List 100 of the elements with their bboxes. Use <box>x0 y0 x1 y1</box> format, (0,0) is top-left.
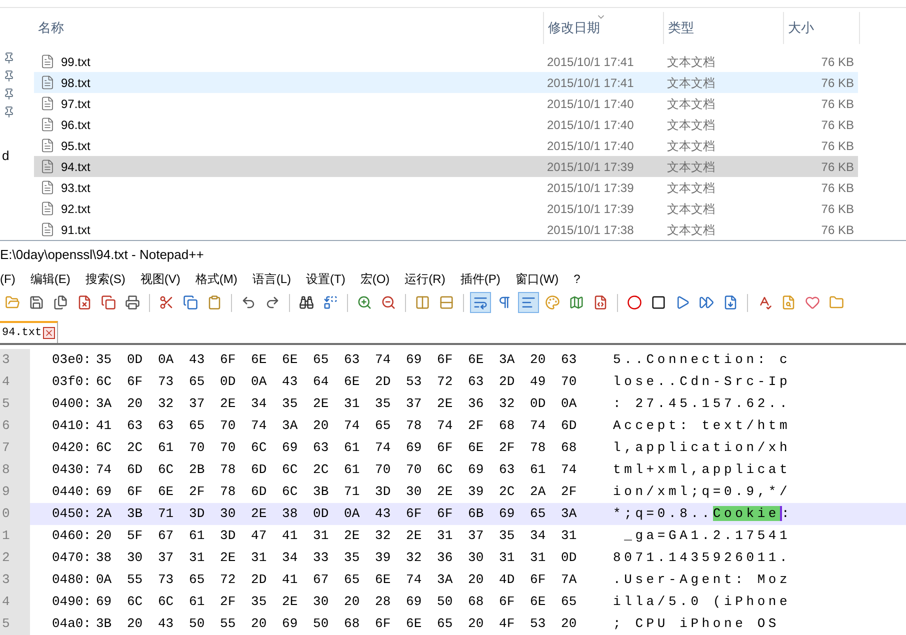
text-file-icon <box>40 96 55 111</box>
ascii-text: ion/xml;q=0.9,*/ <box>613 483 791 502</box>
line-number: 3 <box>0 568 30 591</box>
file-row[interactable]: 98.txt 2015/10/1 17:41 文本文档 76 KB <box>34 72 858 93</box>
folder-icon <box>5 295 20 310</box>
ascii-text: _ga=GA1.2.17541 <box>623 527 791 546</box>
menu-item[interactable]: 编辑(E) <box>30 270 70 288</box>
redo-icon <box>265 295 280 310</box>
file-date: 2015/10/1 17:39 <box>546 200 635 218</box>
file-row[interactable]: 93.txt 2015/10/1 17:39 文本文档 76 KB <box>34 177 858 198</box>
column-header[interactable]: 类型 <box>664 12 784 44</box>
play-icon <box>675 295 690 310</box>
column-header[interactable]: 修改日期 <box>544 12 664 44</box>
hex-bytes: 6C 6F 73 65 0D 0A 43 64 6E 2D 53 72 63 2D 49 70 <box>96 373 578 392</box>
pin-icon <box>3 106 15 118</box>
hex-offset: 0450: <box>52 505 92 524</box>
ascii-text: 5..Connection: c <box>613 351 791 370</box>
text-file-icon <box>40 138 55 153</box>
hex-bytes: 3A 20 32 37 2E 34 35 2E 31 35 37 2E 36 32 0D 0A <box>96 395 578 414</box>
menu-item[interactable]: 宏(O) <box>360 270 390 288</box>
menu-item[interactable]: 搜索(S) <box>85 270 126 288</box>
file-name: 97.txt <box>61 96 90 112</box>
text-file-icon <box>40 54 55 69</box>
hex-offset: 0410: <box>52 417 92 436</box>
folder-icon <box>829 295 844 310</box>
file-size: 76 KB <box>820 116 854 134</box>
hex-bytes: 74 6D 6C 2B 78 6D 6C 2C 61 70 70 6C 69 63 61 74 <box>96 461 578 480</box>
line-number: 4 <box>0 590 30 613</box>
file-size: 76 KB <box>820 138 854 154</box>
file-size: 76 KB <box>820 200 854 218</box>
line-number: 4 <box>0 370 30 393</box>
menu-item[interactable]: (F) <box>0 270 16 288</box>
file-row[interactable]: 95.txt 2015/10/1 17:40 文本文档 76 KB <box>34 135 858 156</box>
file-row[interactable]: 92.txt 2015/10/1 17:39 文本文档 76 KB <box>34 198 858 219</box>
text-file-icon <box>40 201 55 216</box>
line-number: 1 <box>0 524 30 547</box>
file-size: 76 KB <box>820 96 854 112</box>
hex-bytes: 20 5F 67 61 3D 47 41 31 2E 32 2E 31 37 35 34 31 <box>96 527 578 546</box>
hex-offset: 03e0: <box>52 351 92 370</box>
ascii-text: ; CPU iPhone OS <box>613 615 780 634</box>
hex-bytes: 0A 55 73 65 72 2D 41 67 65 6E 74 3A 20 4D 6F 7A <box>96 571 578 590</box>
file-row[interactable]: 99.txt 2015/10/1 17:41 文本文档 76 KB <box>34 51 858 72</box>
file-date: 2015/10/1 17:40 <box>546 116 635 134</box>
close-icon[interactable] <box>42 326 55 339</box>
menu-item[interactable]: 设置(T) <box>306 270 346 288</box>
file-type: 文本文档 <box>666 138 716 154</box>
menu-item[interactable]: 语言(L) <box>252 270 291 288</box>
hex-offset: 0460: <box>52 527 92 546</box>
file-type: 文本文档 <box>666 200 716 218</box>
file-row[interactable]: 97.txt 2015/10/1 17:40 文本文档 76 KB <box>34 93 858 114</box>
menu-item[interactable]: 插件(P) <box>460 270 500 288</box>
file-size: 76 KB <box>820 180 854 196</box>
file-name: 94.txt <box>61 158 90 176</box>
menu-item[interactable]: ? <box>574 270 580 288</box>
file-row[interactable]: 96.txt 2015/10/1 17:40 文本文档 76 KB <box>34 114 858 135</box>
file-tab[interactable]: 94.txt <box>0 320 58 343</box>
hex-bytes: 35 0D 0A 43 6F 6E 6E 65 63 74 69 6F 6E 3A 20 63 <box>96 351 578 370</box>
line-number: 9 <box>0 480 30 503</box>
file-date: 2015/10/1 17:41 <box>546 54 635 70</box>
stop-icon <box>651 295 666 310</box>
column-header[interactable]: 大小 <box>784 12 860 44</box>
file-name: 91.txt <box>61 222 90 238</box>
file-row[interactable]: 94.txt 2015/10/1 17:39 文本文档 76 KB <box>34 156 858 177</box>
document-x-icon <box>77 295 92 310</box>
map-icon <box>569 295 584 310</box>
ascii-text: illa/5.0 (iPhone <box>613 593 791 612</box>
file-date: 2015/10/1 17:40 <box>546 138 635 154</box>
menu-item[interactable]: 视图(V) <box>140 270 180 288</box>
file-date: 2015/10/1 17:39 <box>546 180 635 196</box>
menu-item[interactable]: 格式(M) <box>195 270 238 288</box>
file-type: 文本文档 <box>666 222 716 238</box>
ascii-text: : 27.45.157.62.. <box>613 395 791 414</box>
menu-item[interactable]: 窗口(W) <box>515 270 559 288</box>
line-number: 6 <box>0 414 30 437</box>
file-name: 92.txt <box>61 200 90 218</box>
file-date: 2015/10/1 17:40 <box>546 96 635 112</box>
file-date: 2015/10/1 17:41 <box>546 74 635 92</box>
line-number: 0 <box>0 502 30 525</box>
window-title: E:\0day\openssl\94.txt - Notepad++ <box>0 246 204 264</box>
column-label: 修改日期 <box>548 19 600 38</box>
pin-icon <box>3 52 15 64</box>
menu-item[interactable]: 运行(R) <box>404 270 446 288</box>
file-type: 文本文档 <box>666 54 716 70</box>
hex-offset: 03f0: <box>52 373 92 392</box>
file-row[interactable]: 91.txt 2015/10/1 17:38 文本文档 76 KB <box>34 219 858 240</box>
tab-label: 94.txt <box>2 326 42 341</box>
column-label: 类型 <box>668 19 694 38</box>
hex-offset: 0420: <box>52 439 92 458</box>
line-number: 5 <box>0 392 30 415</box>
line-number: 7 <box>0 436 30 459</box>
split-vertical-icon <box>415 295 430 310</box>
zoom-out-icon <box>381 295 396 310</box>
line-number: 2 <box>0 546 30 569</box>
hex-offset: 0430: <box>52 461 92 480</box>
file-type: 文本文档 <box>666 116 716 134</box>
file-name: 93.txt <box>61 180 90 196</box>
line-number: 3 <box>0 348 30 371</box>
file-name: 95.txt <box>61 138 90 154</box>
pin-icon <box>3 88 15 100</box>
column-header[interactable]: 名称 <box>34 12 544 44</box>
